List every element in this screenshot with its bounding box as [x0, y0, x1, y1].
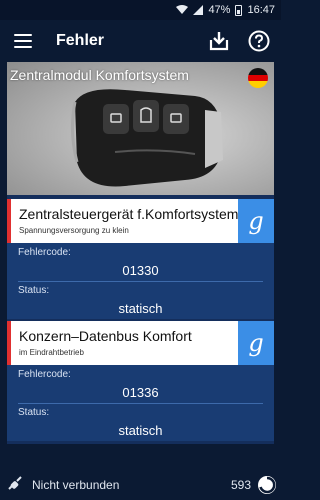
- divider: [18, 281, 263, 282]
- status-bar: 47% 16:47: [0, 0, 281, 20]
- google-search-button[interactable]: g: [238, 199, 274, 243]
- fault-code-value: 01336: [122, 385, 159, 400]
- wifi-icon: [176, 5, 189, 15]
- fault-counter: 593: [230, 478, 251, 492]
- fault-code-value: 01330: [122, 263, 159, 278]
- menu-icon[interactable]: [14, 34, 32, 48]
- fault-code-label: Fehlercode:: [18, 369, 71, 380]
- fault-card[interactable]: Zentralsteuergerät f.Komfortsystem Spann…: [7, 199, 274, 319]
- clock: 16:47: [247, 4, 275, 16]
- fault-description: Spannungsversorgung zu klein: [19, 226, 129, 235]
- google-g-icon: g: [248, 329, 264, 357]
- app-bar: Fehler: [0, 20, 281, 62]
- connection-footer: Nicht verbunden 593: [0, 470, 281, 500]
- fault-card-header: Zentralsteuergerät f.Komfortsystem Spann…: [7, 199, 274, 243]
- fault-description: im Eindrahtbetrieb: [19, 348, 84, 357]
- fault-list-panel: Zentralmodul Komfortsystem Zentralsteuer…: [7, 62, 274, 444]
- battery-percent: 47%: [208, 4, 231, 16]
- keyfob-image: [70, 89, 223, 187]
- fault-card[interactable]: Konzern–Datenbus Komfort im Eindrahtbetr…: [7, 321, 274, 441]
- module-title: Zentralmodul Komfortsystem: [10, 67, 189, 83]
- battery-icon: [235, 4, 243, 16]
- german-flag-icon: [248, 68, 268, 88]
- fault-card-header: Konzern–Datenbus Komfort im Eindrahtbetr…: [7, 321, 274, 365]
- download-icon[interactable]: [207, 29, 231, 53]
- divider: [18, 403, 263, 404]
- google-g-icon: g: [248, 207, 264, 235]
- fault-title: Zentralsteuergerät f.Komfortsystem: [19, 206, 239, 222]
- fault-status-label: Status:: [18, 407, 50, 418]
- fault-status-value: statisch: [118, 301, 163, 316]
- google-search-button[interactable]: g: [238, 321, 274, 365]
- signal-icon: [193, 5, 204, 15]
- fault-title: Konzern–Datenbus Komfort: [19, 328, 192, 344]
- progress-ring-icon: [258, 476, 276, 494]
- disconnected-link-icon: [8, 476, 22, 490]
- fault-code-label: Fehlercode:: [18, 247, 71, 258]
- fault-status-label: Status:: [18, 285, 50, 296]
- module-header: Zentralmodul Komfortsystem: [7, 62, 274, 195]
- connection-status: Nicht verbunden: [32, 478, 120, 492]
- fault-status-value: statisch: [118, 423, 163, 438]
- page-title: Fehler: [56, 32, 105, 49]
- help-icon[interactable]: [247, 29, 271, 53]
